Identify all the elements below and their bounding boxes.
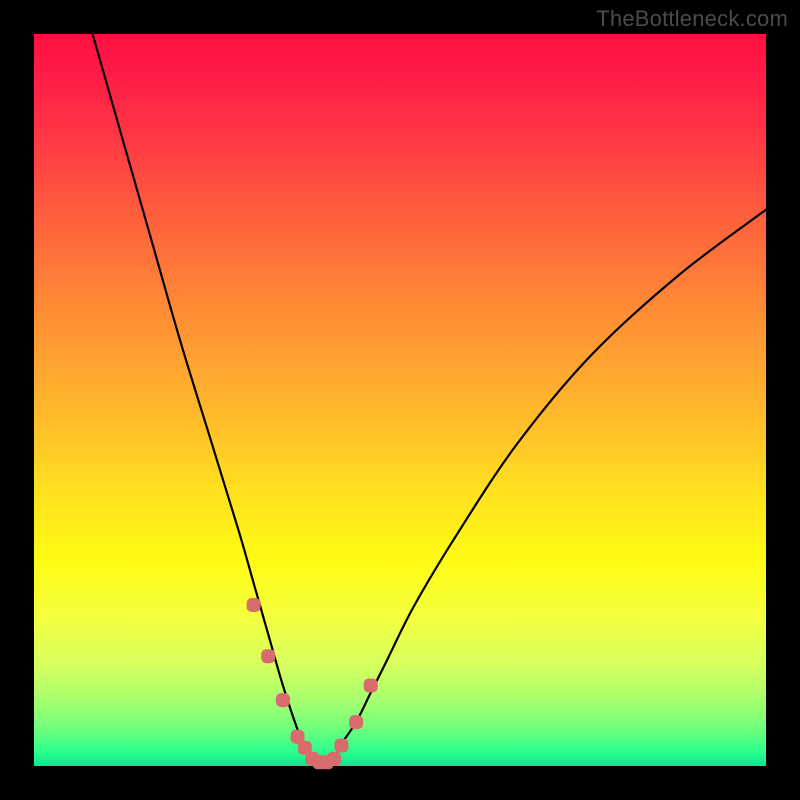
highlight-marker <box>247 598 261 612</box>
plot-area <box>34 34 766 766</box>
chart-frame: TheBottleneck.com <box>0 0 800 800</box>
highlight-marker <box>276 693 290 707</box>
highlight-marker <box>261 649 275 663</box>
bottleneck-curve <box>93 34 766 767</box>
highlight-marker <box>364 679 378 693</box>
highlight-marker <box>349 715 363 729</box>
watermark-text: TheBottleneck.com <box>596 6 788 32</box>
highlight-marker <box>327 752 341 766</box>
highlight-marker <box>334 739 348 753</box>
curve-layer <box>34 34 766 766</box>
